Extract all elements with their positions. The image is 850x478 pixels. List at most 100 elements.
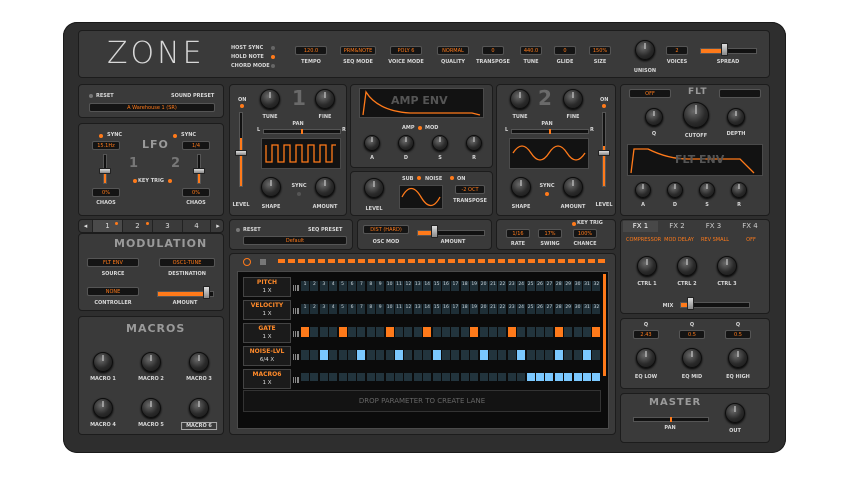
unison-knob[interactable] [635, 40, 655, 60]
eq-eq-high-knob[interactable] [728, 348, 748, 368]
seq-step[interactable] [301, 350, 309, 360]
seq-step[interactable] [395, 327, 403, 337]
seq-step[interactable]: 1 [301, 304, 309, 314]
seq-step[interactable] [564, 350, 573, 360]
seq-step[interactable] [498, 350, 507, 360]
seq-step[interactable]: 16 [442, 304, 450, 314]
seq-step[interactable] [451, 350, 460, 360]
fx-tab-2[interactable]: FX 2 [660, 221, 695, 232]
seq-step[interactable]: 21 [489, 304, 497, 314]
seq-step[interactable] [357, 373, 366, 381]
seq-step[interactable] [526, 350, 535, 360]
header-param-transpose-value[interactable]: 0 [482, 46, 504, 55]
seq-step[interactable] [404, 327, 413, 337]
seq-reset-label[interactable]: RESET [243, 227, 261, 233]
osc1-shape-knob[interactable] [261, 177, 281, 197]
osc1-fine-knob[interactable] [315, 89, 335, 109]
seq-step[interactable] [395, 373, 403, 381]
osc1-sync-led[interactable] [297, 192, 301, 196]
seq-step[interactable]: 25 [526, 304, 535, 314]
seq-step[interactable]: 12 [404, 281, 413, 291]
seq-step[interactable] [432, 373, 441, 381]
eq-eq-mid-knob[interactable] [682, 348, 702, 368]
seq-step[interactable] [583, 327, 591, 337]
seq-lane-multiplier[interactable]: 1 X [244, 334, 290, 340]
osc2-amount-knob[interactable] [563, 177, 583, 197]
seq-step[interactable]: 16 [442, 281, 450, 291]
seq-step[interactable]: 25 [526, 281, 535, 291]
seq-step[interactable] [413, 373, 422, 381]
seq-step[interactable] [592, 327, 601, 337]
seq-lane-multiplier[interactable]: 6/4 X [244, 357, 290, 363]
seq-step[interactable] [432, 350, 441, 360]
seq-step[interactable]: 17 [451, 281, 460, 291]
chord-mode-led[interactable] [271, 64, 275, 68]
seq-step[interactable] [451, 373, 460, 381]
header-param-quality-value[interactable]: NORMAL [437, 46, 469, 55]
osc2-fine-knob[interactable] [563, 89, 583, 109]
seq-step[interactable]: 22 [498, 304, 507, 314]
seq-step[interactable]: 5 [338, 281, 347, 291]
seq-step[interactable] [526, 373, 535, 381]
seq-step[interactable]: 7 [357, 281, 366, 291]
seq-step[interactable] [460, 350, 469, 360]
seq-step[interactable]: 9 [376, 281, 385, 291]
seq-step[interactable]: 15 [432, 304, 441, 314]
filter-slot-select[interactable] [719, 89, 761, 98]
fx-mix-thumb[interactable] [687, 297, 694, 310]
seq-step[interactable] [319, 350, 328, 360]
seq-step[interactable] [423, 373, 432, 381]
amp-env-a-knob[interactable] [364, 135, 380, 151]
seq-step[interactable] [338, 350, 347, 360]
filter-type-select[interactable]: OFF [629, 89, 671, 98]
fx-slot-2[interactable]: MOD DELAY [662, 237, 696, 243]
seq-step[interactable] [423, 327, 432, 337]
sub-transpose-value[interactable]: -2 OCT [455, 185, 485, 194]
filter-env-r-knob[interactable] [731, 182, 747, 198]
seq-lane-multiplier[interactable]: 1 X [244, 288, 290, 294]
seq-step[interactable] [376, 350, 385, 360]
seq-step[interactable] [442, 350, 450, 360]
seq-step[interactable] [507, 350, 516, 360]
seq-step[interactable] [442, 327, 450, 337]
seq-step[interactable] [583, 350, 591, 360]
seq-step[interactable]: 19 [470, 304, 479, 314]
osc-mod-amount-slider[interactable] [417, 230, 485, 236]
seq-step[interactable] [545, 327, 554, 337]
seq-step[interactable] [517, 350, 526, 360]
filter-env-a-knob[interactable] [635, 182, 651, 198]
seq-step[interactable] [460, 373, 469, 381]
seq-step[interactable] [451, 327, 460, 337]
seq-lane-velocity-header[interactable]: VELOCITY 1 X [243, 300, 291, 320]
seq-preset-select[interactable]: Default [243, 236, 347, 245]
seq-step[interactable]: 9 [376, 304, 385, 314]
hold-note-led[interactable] [271, 55, 275, 59]
seq-step[interactable] [545, 373, 554, 381]
osc2-on-led[interactable] [602, 104, 606, 108]
amp-mod-toggle[interactable] [418, 126, 422, 130]
header-param-seq-mode-value[interactable]: PRM&NOTE [340, 46, 376, 55]
seq-step[interactable] [489, 373, 497, 381]
macro-2-knob[interactable] [141, 352, 161, 372]
osc2-level-thumb[interactable] [598, 150, 610, 156]
seq-step[interactable]: 29 [564, 281, 573, 291]
seq-step[interactable] [338, 327, 347, 337]
osc-mod-select[interactable]: DIST (HARD) [363, 225, 409, 234]
fx-tab-4[interactable]: FX 4 [733, 221, 768, 232]
seq-step[interactable] [357, 350, 366, 360]
header-param-size-value[interactable]: 150% [589, 46, 611, 55]
seq-chance-value[interactable]: 100% [573, 229, 597, 238]
seq-step[interactable] [554, 327, 563, 337]
filter-depth-knob[interactable] [727, 108, 745, 126]
seq-step[interactable] [507, 327, 516, 337]
mod-controller-select[interactable]: NONE [87, 287, 139, 296]
sound-preset-select[interactable]: A Warehouse 1 (SR) [89, 103, 215, 112]
seq-step[interactable]: 13 [413, 304, 422, 314]
seq-step[interactable] [479, 327, 488, 337]
seq-step[interactable]: 3 [319, 281, 328, 291]
osc1-on-led[interactable] [240, 104, 244, 108]
seq-step[interactable] [479, 350, 488, 360]
mod-source-select[interactable]: FLT ENV [87, 258, 139, 267]
seq-lane-macro6-header[interactable]: MACRO6 1 X [243, 369, 291, 389]
osc2-shape-knob[interactable] [511, 177, 531, 197]
